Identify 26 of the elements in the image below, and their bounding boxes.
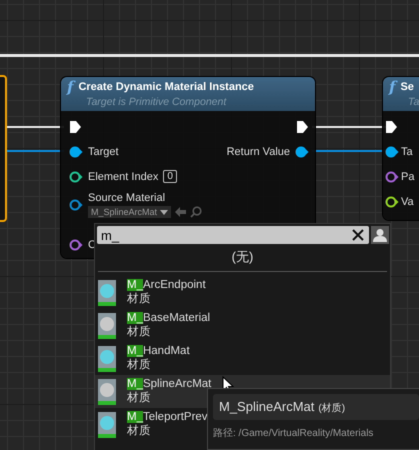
asset-name: M_ArcEndpoint	[127, 279, 206, 291]
pin-label: Target	[88, 146, 119, 158]
asset-name: M_BaseMaterial	[127, 312, 210, 324]
node-subtitle: Target is Primitive Component	[85, 96, 228, 108]
asset-name: M_TeleportPrev	[127, 411, 208, 423]
asset-type: 材质	[127, 292, 152, 306]
node-title: Se	[400, 81, 414, 93]
function-icon: f	[67, 79, 74, 95]
node-subtitle: Ta	[407, 96, 419, 108]
asset-type: 材质	[127, 324, 152, 339]
tooltip-type: (材质)	[318, 402, 346, 415]
asset-name: M_HandMat	[127, 345, 190, 357]
asset-path: 路径: /Game/VirtualReality/Materials	[213, 427, 374, 440]
pin-label: Return Value	[226, 146, 290, 158]
pin-label: Element Index	[88, 170, 158, 182]
function-icon: f	[389, 79, 396, 95]
node-title: Create Dynamic Material Instance	[78, 81, 254, 93]
asset-type: 材质	[127, 358, 152, 372]
asset-type: 材质	[127, 390, 152, 405]
pin-label: Pa	[401, 170, 414, 182]
pin-label: Source Material	[88, 192, 166, 204]
tooltip-title: M_SplineArcMat	[219, 399, 314, 414]
pin-label: Va	[401, 196, 414, 208]
asset-name: M_SplineArcMat	[127, 378, 212, 390]
asset-type: 材质	[127, 424, 152, 438]
pin-label: Ta	[401, 146, 413, 158]
